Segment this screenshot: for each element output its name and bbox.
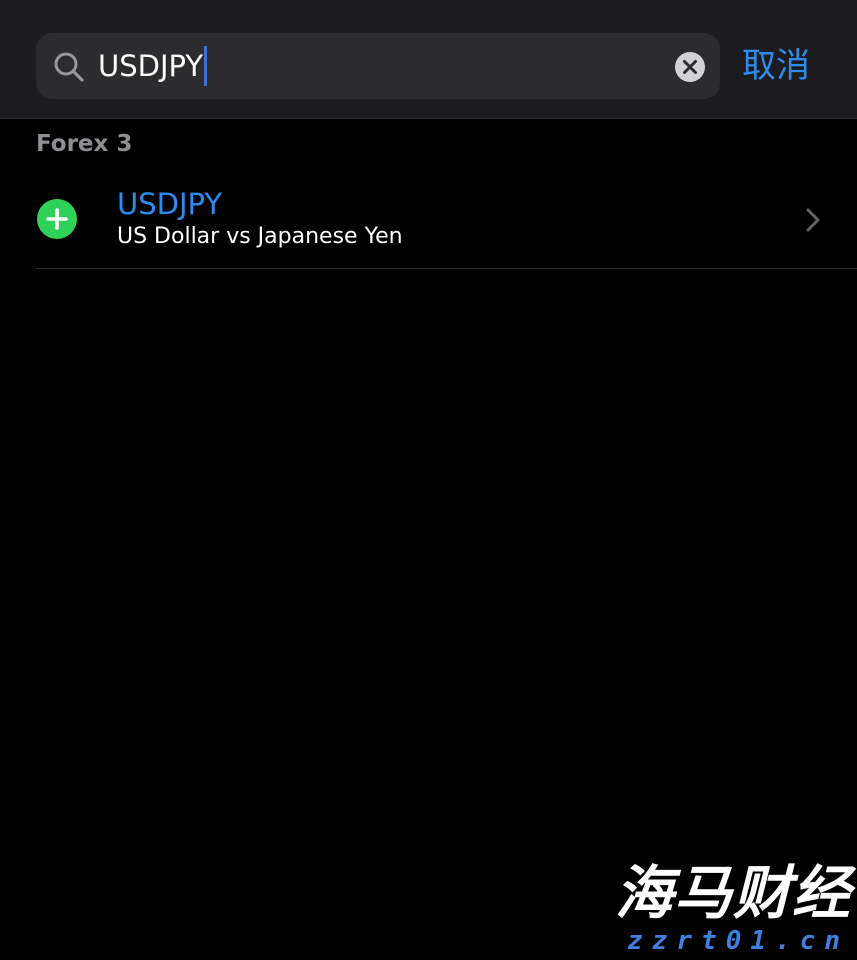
result-row-usdjpy[interactable]: USDJPY US Dollar vs Japanese Yen bbox=[0, 172, 857, 268]
result-description: US Dollar vs Japanese Yen bbox=[117, 224, 403, 249]
section-header: Forex 3 bbox=[36, 131, 133, 157]
chevron-right-icon bbox=[806, 208, 820, 232]
watermark-title: 海马财经 bbox=[614, 859, 851, 927]
search-query: USDJPY bbox=[98, 49, 204, 83]
text-caret bbox=[204, 46, 208, 86]
symbol-search-screen: USDJPY 取消 Forex 3 USDJPY US Dollar vs Ja… bbox=[0, 0, 857, 960]
result-symbol: USDJPY bbox=[117, 187, 223, 221]
plus-circle-icon[interactable] bbox=[37, 199, 77, 239]
clear-icon[interactable] bbox=[674, 51, 706, 83]
search-input[interactable]: USDJPY bbox=[98, 33, 208, 99]
watermark: 海马财经 zzrt01.cn bbox=[606, 859, 851, 956]
row-divider bbox=[36, 268, 857, 269]
search-field[interactable]: USDJPY bbox=[36, 33, 720, 99]
search-bar: USDJPY 取消 bbox=[0, 0, 857, 119]
search-icon bbox=[54, 52, 84, 82]
cancel-button[interactable]: 取消 bbox=[742, 33, 810, 99]
watermark-url: zzrt01.cn bbox=[627, 926, 849, 956]
